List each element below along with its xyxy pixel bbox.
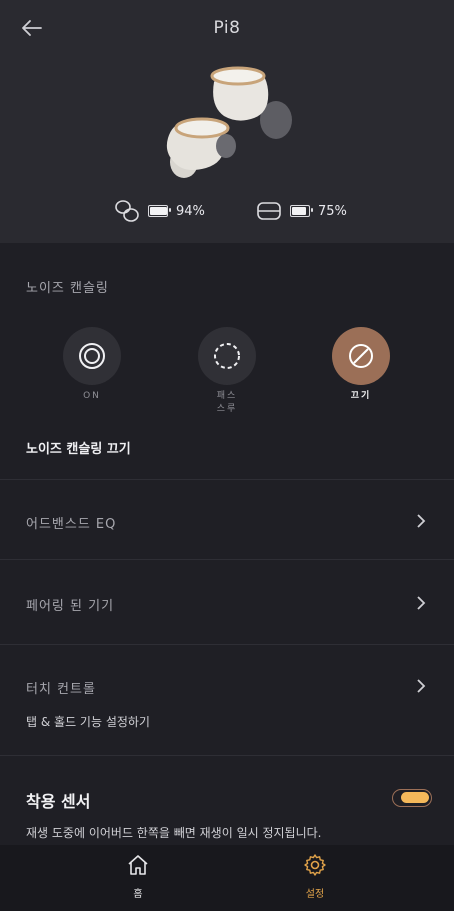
passthrough-label-line2: 스루 <box>216 404 238 414</box>
passthrough-icon <box>214 343 240 369</box>
bottom-navigation: 홈 설정 <box>0 845 454 911</box>
battery-icon <box>148 205 171 217</box>
noise-cancelling-status: 노이즈 캔슬링 끄기 <box>26 442 131 457</box>
nc-off-button[interactable] <box>332 327 390 385</box>
wear-sensor-toggle[interactable] <box>392 789 432 807</box>
passthrough-label: 패스 스루 <box>198 390 256 416</box>
advanced-eq-label: 어드밴스드 EQ <box>26 517 117 532</box>
touch-controls-row[interactable]: 터치 컨트롤 <box>0 668 454 704</box>
touch-controls-label: 터치 컨트롤 <box>26 682 96 697</box>
nc-off-label: 끄기 <box>350 391 372 401</box>
nav-home[interactable]: 홈 <box>108 853 168 900</box>
divider <box>0 644 454 645</box>
nav-settings-label: 설정 <box>305 889 325 900</box>
earbuds-battery-value: 94% <box>176 203 205 219</box>
chevron-right-icon <box>417 514 426 528</box>
wear-sensor-title: 착용 센서 <box>26 792 91 811</box>
touch-controls-subtitle: 탭 & 홀드 기능 설정하기 <box>26 715 150 729</box>
nav-home-label: 홈 <box>133 889 143 900</box>
case-battery-value: 75% <box>318 203 347 219</box>
earbuds-image <box>166 66 292 178</box>
earbuds-battery-fill <box>150 207 167 215</box>
earbuds-battery: 94% <box>114 197 205 225</box>
divider <box>0 479 454 480</box>
chevron-right-icon <box>417 596 426 610</box>
paired-devices-row[interactable]: 페어링 된 기기 <box>0 585 454 621</box>
noise-cancelling-label: 노이즈 캔슬링 <box>26 281 109 296</box>
passthrough-label-line1: 패스 <box>216 391 238 401</box>
nc-on-label: ON <box>83 391 101 401</box>
divider <box>0 559 454 560</box>
gear-icon <box>304 854 326 876</box>
wear-sensor-description: 재생 도중에 이어버드 한쪽을 빼면 재생이 일시 정지됩니다. <box>26 826 322 840</box>
case-battery: 75% <box>256 197 347 225</box>
nc-on-button[interactable] <box>63 327 121 385</box>
case-battery-fill <box>292 207 306 215</box>
nc-on-icon <box>79 343 105 369</box>
case-icon <box>257 202 281 220</box>
battery-icon <box>290 205 313 217</box>
passthrough-button[interactable] <box>198 327 256 385</box>
nav-settings[interactable]: 설정 <box>285 853 345 900</box>
divider <box>0 755 454 756</box>
page-title: Pi8 <box>213 18 241 38</box>
toggle-knob <box>401 792 429 803</box>
nc-off-icon <box>349 344 373 368</box>
paired-devices-label: 페어링 된 기기 <box>26 599 115 614</box>
home-icon <box>128 855 148 875</box>
earbuds-icon <box>115 200 139 222</box>
chevron-right-icon <box>417 679 426 693</box>
advanced-eq-row[interactable]: 어드밴스드 EQ <box>0 503 454 539</box>
device-header: Pi8 94% 75% <box>0 0 454 243</box>
